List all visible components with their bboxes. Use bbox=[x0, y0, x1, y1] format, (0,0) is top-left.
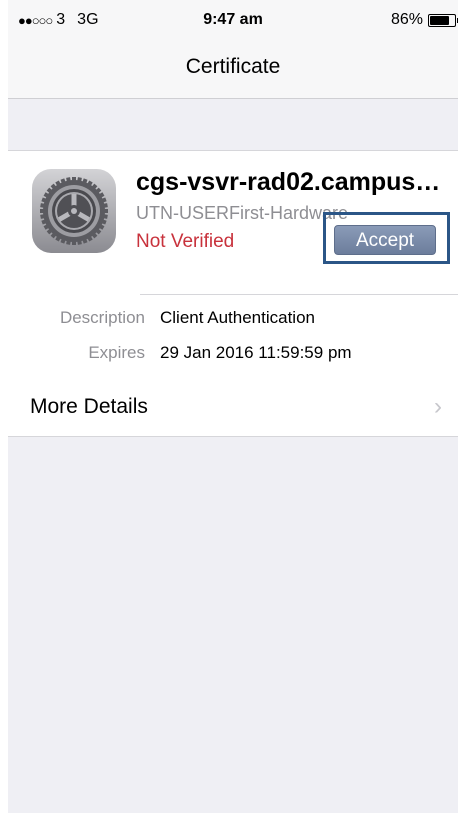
page-title: Certificate bbox=[185, 55, 281, 78]
description-value: Client Authentication bbox=[160, 308, 315, 327]
status-bar: ●●○○○ 3 3G 9:47 am 86% bbox=[8, 0, 458, 40]
certificate-issuer: UTN-USERFirst-Hardware bbox=[136, 203, 349, 223]
verification-status: Not Verified bbox=[136, 231, 235, 252]
settings-gear-icon bbox=[32, 169, 116, 253]
battery-icon bbox=[428, 13, 458, 27]
screen: ●●○○○ 3 3G 9:47 am 86% Certificate cgs-v… bbox=[8, 0, 458, 813]
accept-button[interactable]: Accept bbox=[334, 225, 436, 255]
expires-label: Expires bbox=[88, 343, 145, 362]
more-details-row[interactable]: More Details › bbox=[8, 375, 458, 437]
expires-value: 29 Jan 2016 11:59:59 pm bbox=[160, 343, 352, 362]
certificate-summary: cgs-vsvr-rad02.campus… UTN-USERFirst-Har… bbox=[8, 150, 458, 376]
chevron-right-icon: › bbox=[434, 393, 442, 420]
navigation-bar: ●●○○○ 3 3G 9:47 am 86% Certificate bbox=[8, 0, 458, 99]
divider bbox=[140, 294, 458, 295]
battery-percent: 86% bbox=[390, 11, 423, 28]
description-label: Description bbox=[59, 308, 145, 327]
more-details-label: More Details bbox=[30, 395, 148, 418]
certificate-name: cgs-vsvr-rad02.campus… bbox=[136, 168, 441, 196]
battery-indicator: 86% bbox=[390, 11, 458, 29]
